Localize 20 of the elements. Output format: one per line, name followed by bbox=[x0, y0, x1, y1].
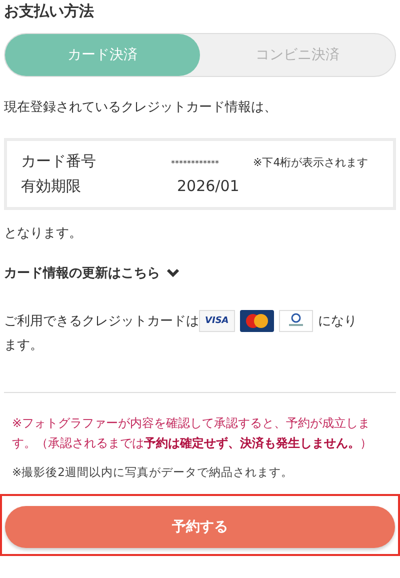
reserve-button[interactable]: 予約する bbox=[5, 506, 395, 548]
intro-text: 現在登録されているクレジットカード情報は、 bbox=[4, 99, 278, 117]
card-number-label: カード番号 bbox=[21, 151, 97, 172]
expiry-value: 2026/01 bbox=[177, 177, 240, 195]
card-number-note: ※下4桁が表示されます bbox=[253, 155, 368, 170]
diners-logo-icon bbox=[278, 310, 313, 332]
expiry-label: 有効期限 bbox=[21, 176, 82, 197]
visa-logo: VISA bbox=[199, 310, 235, 332]
payment-tab[interactable]: コンビニ決済 bbox=[200, 34, 395, 76]
accepted-cards-suffix: になり bbox=[318, 314, 357, 329]
outro-text: となります。 bbox=[4, 225, 83, 243]
accepted-cards-text: ご利用できるクレジットカードは bbox=[4, 314, 199, 329]
update-card-link[interactable]: カード情報の更新はこちら bbox=[4, 264, 160, 282]
accepted-cards-suffix-continued: ます。 bbox=[4, 338, 43, 353]
payment-tab[interactable]: カード決済 bbox=[5, 34, 200, 76]
approval-note: ※フォトグラファーが内容を確認して承認すると、予約が成立します。（承認されるまでは予約は確定せず、決済も発生しません。） bbox=[11, 415, 373, 452]
section-heading: お支払い方法 bbox=[4, 1, 95, 21]
card-number-value: ************ bbox=[171, 159, 220, 168]
delivery-note: ※撮影後2週間以内に写真がデータで納品されます。 bbox=[11, 465, 294, 480]
mastercard-logo-icon bbox=[240, 310, 274, 332]
